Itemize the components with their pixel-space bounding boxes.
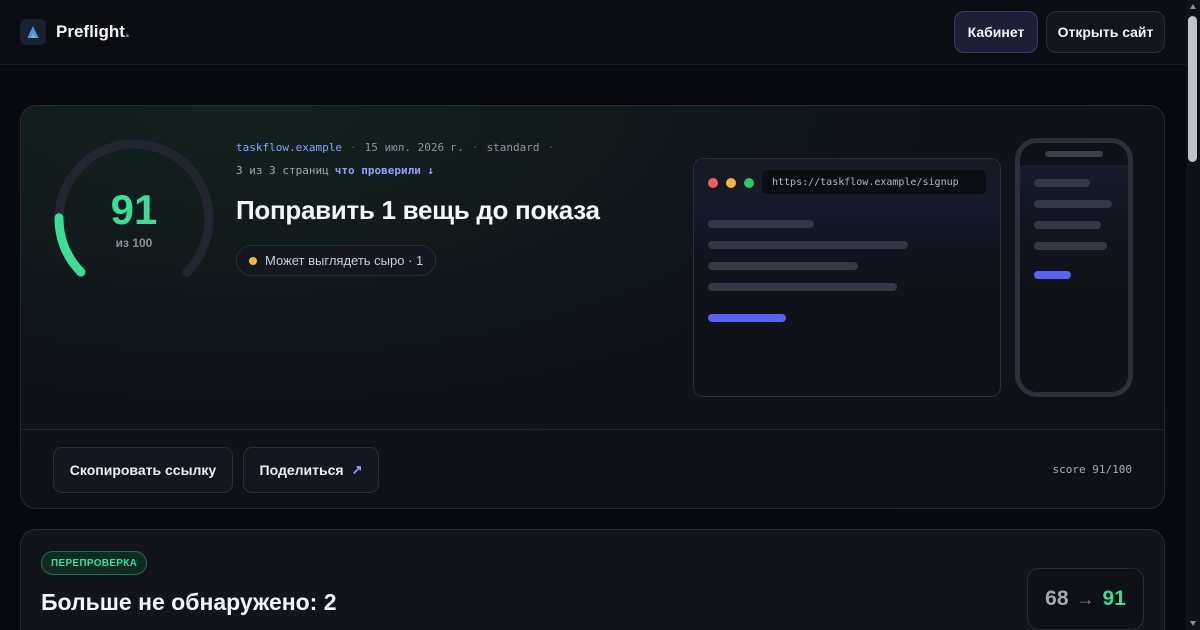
meta-separator: · bbox=[471, 141, 479, 154]
desktop-preview: https://taskflow.example/signup bbox=[693, 158, 1001, 397]
score-caption: из 100 bbox=[115, 236, 153, 250]
previous-score: 68 bbox=[1045, 587, 1069, 610]
score-note: score 91/100 bbox=[1052, 463, 1132, 476]
skeleton-line bbox=[708, 220, 814, 228]
window-minimize-dot-icon bbox=[726, 178, 736, 188]
scroll-thumb[interactable] bbox=[1188, 16, 1197, 162]
issue-pill-label: Может выглядеть сыро · 1 bbox=[265, 253, 424, 268]
pages-meta: 3 из 3 страниц что проверили ↓ bbox=[236, 164, 434, 177]
page-scrollbar[interactable] bbox=[1186, 0, 1200, 630]
meta-separator: · bbox=[547, 141, 555, 154]
score-value: 91 bbox=[110, 186, 158, 233]
window-maximize-dot-icon bbox=[744, 178, 754, 188]
report-card: 91 из 100 taskflow.example · 15 июл. 202… bbox=[20, 105, 1165, 509]
skeleton-button bbox=[708, 314, 786, 322]
share-label: Поделиться bbox=[259, 462, 344, 478]
current-score: 91 bbox=[1102, 587, 1126, 610]
phone-content-skeleton bbox=[1020, 165, 1128, 392]
open-site-button[interactable]: Открыть сайт bbox=[1046, 11, 1165, 53]
skeleton-line bbox=[708, 262, 858, 270]
cabinet-button[interactable]: Кабинет bbox=[954, 11, 1038, 53]
skeleton-line bbox=[1034, 179, 1090, 187]
skeleton-line bbox=[1034, 242, 1107, 250]
preview-url: https://taskflow.example/signup bbox=[762, 170, 986, 194]
skeleton-line bbox=[708, 241, 908, 249]
scroll-down-arrow-icon[interactable] bbox=[1190, 621, 1196, 626]
scroll-up-arrow-icon[interactable] bbox=[1190, 4, 1196, 9]
recheck-title: Больше не обнаружено: 2 bbox=[41, 589, 337, 615]
report-title: Поправить 1 вещь до показа bbox=[236, 195, 600, 225]
recheck-card: ПЕРЕПРОВЕРКА Больше не обнаружено: 2 68 … bbox=[20, 529, 1165, 630]
what-checked-link[interactable]: что проверили ↓ bbox=[335, 164, 434, 177]
copy-link-button[interactable]: Скопировать ссылку bbox=[53, 447, 233, 493]
preflight-logo-icon bbox=[20, 19, 46, 45]
skeleton-line bbox=[708, 283, 897, 291]
window-close-dot-icon bbox=[708, 178, 718, 188]
brand-name: Preflight. bbox=[56, 22, 130, 41]
report-domain-link[interactable]: taskflow.example bbox=[236, 141, 342, 154]
report-actions: Скопировать ссылку Поделиться ↗ score 91… bbox=[21, 429, 1164, 508]
brand[interactable]: Preflight. bbox=[20, 19, 130, 45]
skeleton-line bbox=[1034, 200, 1112, 208]
report-date: 15 июл. 2026 г. bbox=[364, 141, 464, 154]
phone-notch bbox=[1045, 151, 1103, 157]
meta-separator: · bbox=[349, 141, 357, 154]
score-delta: 68 → 91 bbox=[1027, 568, 1144, 630]
pages-checked: 3 из 3 страниц bbox=[236, 164, 329, 177]
mobile-preview bbox=[1015, 138, 1133, 397]
external-arrow-icon: ↗ bbox=[351, 462, 363, 477]
share-button[interactable]: Поделиться ↗ bbox=[243, 447, 379, 493]
skeleton-button bbox=[1034, 271, 1071, 279]
skeleton-line bbox=[1034, 221, 1101, 229]
recheck-badge: ПЕРЕПРОВЕРКА bbox=[41, 551, 148, 575]
arrow-right-icon: → bbox=[1076, 588, 1095, 609]
issue-pill[interactable]: Может выглядеть сыро · 1 bbox=[236, 245, 437, 276]
warning-dot-icon bbox=[249, 256, 257, 265]
browser-toolbar: https://taskflow.example/signup bbox=[694, 159, 1000, 205]
browser-content-skeleton bbox=[694, 205, 1000, 396]
top-bar: Preflight. Кабинет Открыть сайт bbox=[0, 0, 1186, 65]
report-mode: standard bbox=[486, 141, 540, 154]
report-meta: taskflow.example · 15 июл. 2026 г. · sta… bbox=[236, 141, 554, 154]
